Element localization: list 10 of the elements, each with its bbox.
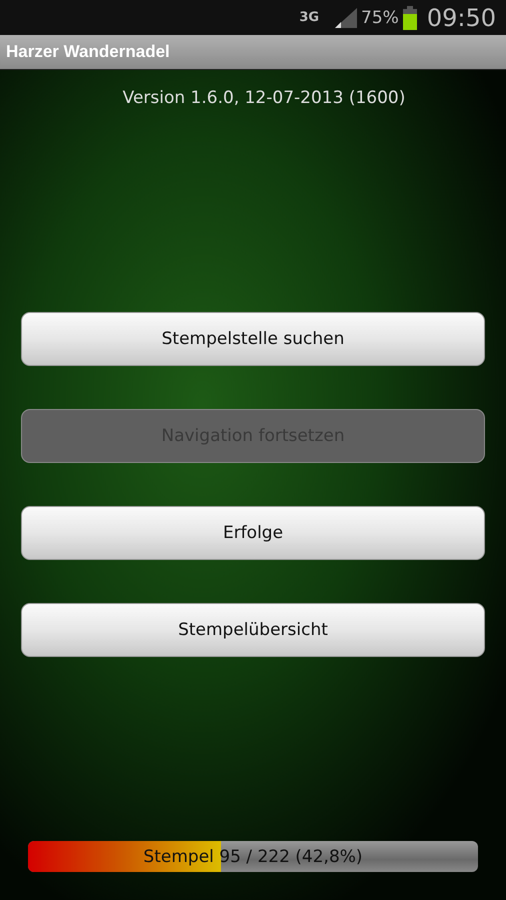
menu-button[interactable]: Erfolge — [21, 506, 485, 560]
menu-button[interactable]: Stempelstelle suchen — [21, 312, 485, 366]
signal-icon — [335, 8, 358, 28]
version-text: Version 1.6.0, 12-07-2013 (1600) — [122, 88, 406, 108]
network-label: 3G — [299, 10, 320, 25]
clock: 09:50 — [426, 4, 496, 32]
menu-button[interactable]: Stempelübersicht — [21, 603, 485, 657]
battery-icon — [402, 6, 417, 30]
battery-percent: 75% — [361, 8, 399, 28]
app-title: Harzer Wandernadel — [6, 42, 170, 62]
